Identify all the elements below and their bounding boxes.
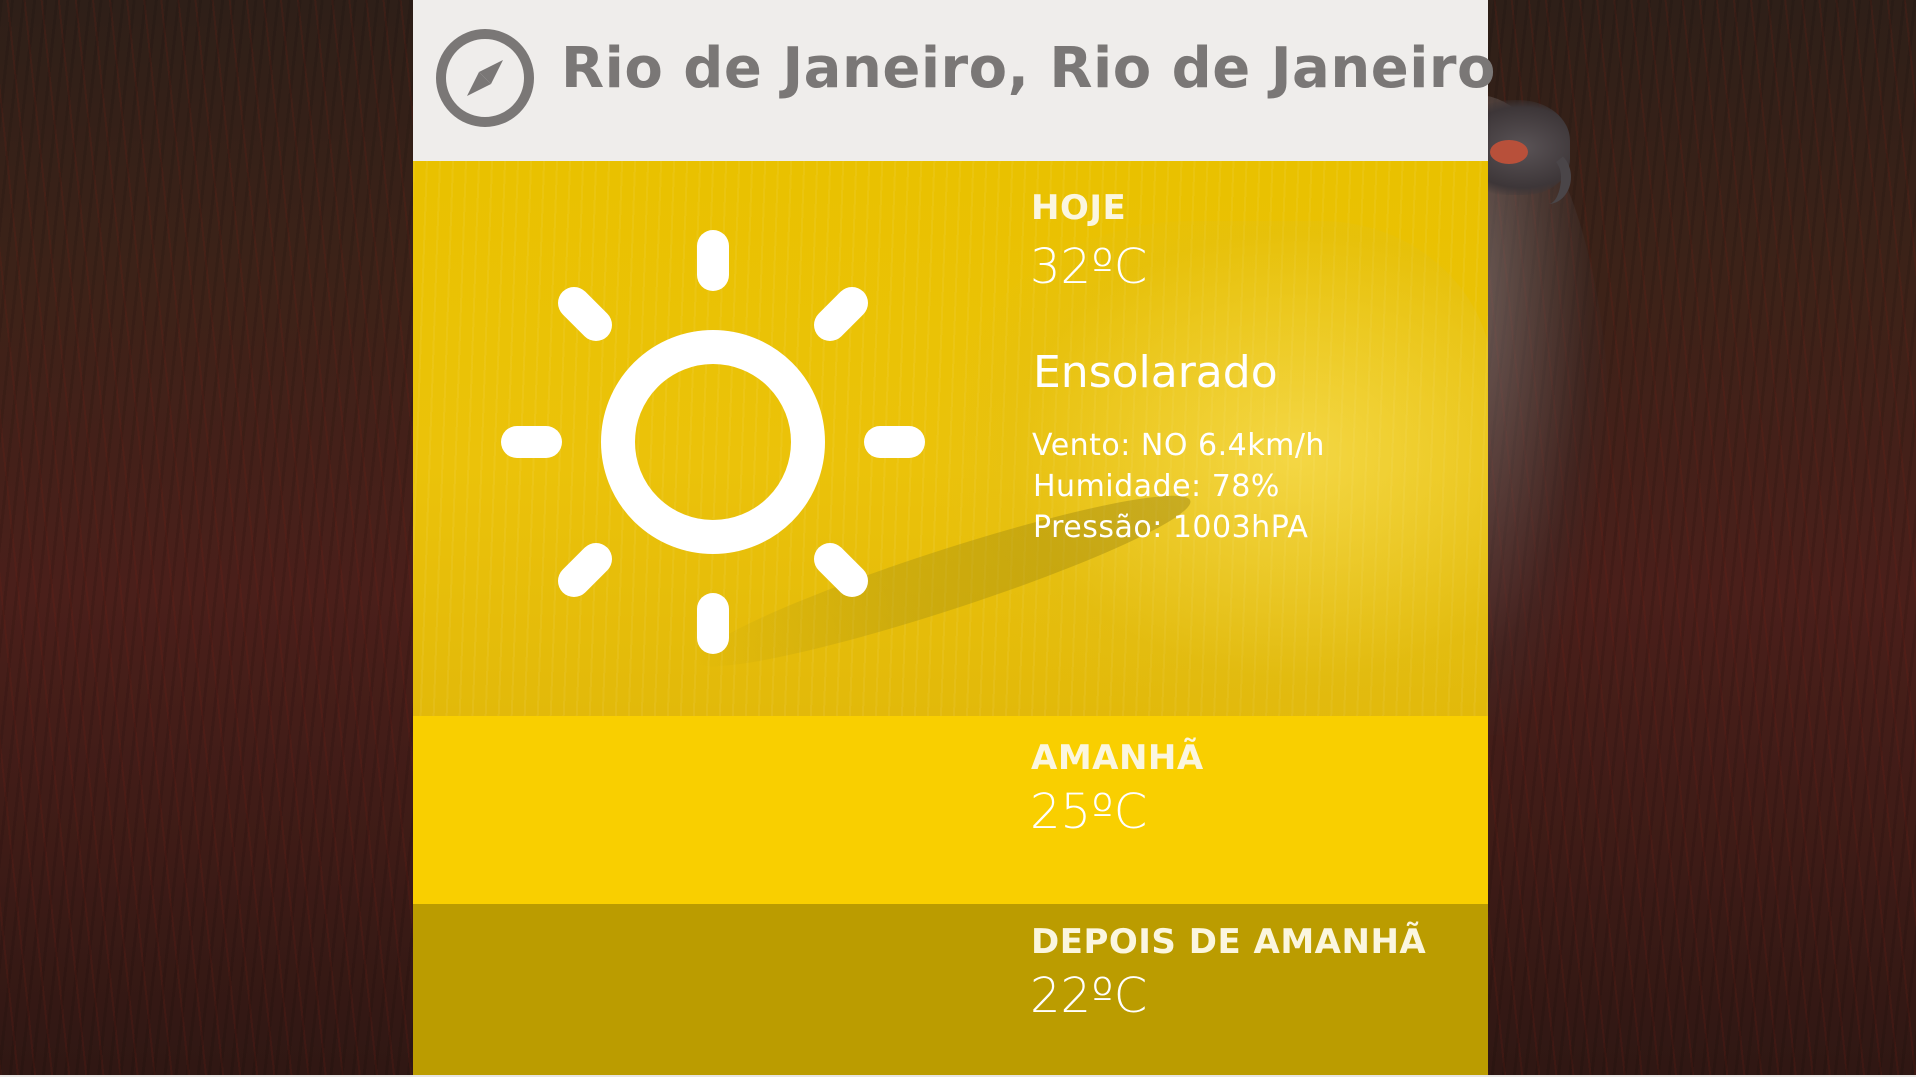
sun-icon (501, 230, 925, 654)
today-label: HOJE (1031, 188, 1127, 228)
background-bird-beak (1525, 150, 1571, 204)
location-header: Rio de Janeiro, Rio de Janeiro (413, 0, 1495, 161)
weather-panel: Rio de Janeiro, Rio de Janeiro HOJE 32ºC… (413, 0, 1495, 1077)
today-condition: Ensolarado (1033, 347, 1278, 398)
compass-icon[interactable] (435, 28, 535, 128)
today-wind: Vento: NO 6.4km/h (1032, 428, 1325, 463)
tomorrow-temperature: 25ºC (1030, 784, 1148, 840)
today-temperature: 32ºC (1030, 239, 1148, 295)
today-humidity: Humidade: 78% (1033, 469, 1280, 504)
today-pressure: Pressão: 1003hPA (1033, 510, 1309, 545)
background-bird-eye (1490, 140, 1528, 164)
city-title: Rio de Janeiro, Rio de Janeiro (561, 36, 1496, 101)
day-after-label: DEPOIS DE AMANHÃ (1031, 922, 1427, 962)
day-after-section[interactable]: DEPOIS DE AMANHÃ 22ºC (413, 904, 1488, 1077)
tomorrow-label: AMANHÃ (1031, 738, 1204, 778)
day-after-temperature: 22ºC (1030, 968, 1148, 1024)
today-section[interactable]: HOJE 32ºC Ensolarado Vento: NO 6.4km/h H… (413, 161, 1488, 716)
tomorrow-section[interactable]: AMANHÃ 25ºC (413, 716, 1488, 904)
